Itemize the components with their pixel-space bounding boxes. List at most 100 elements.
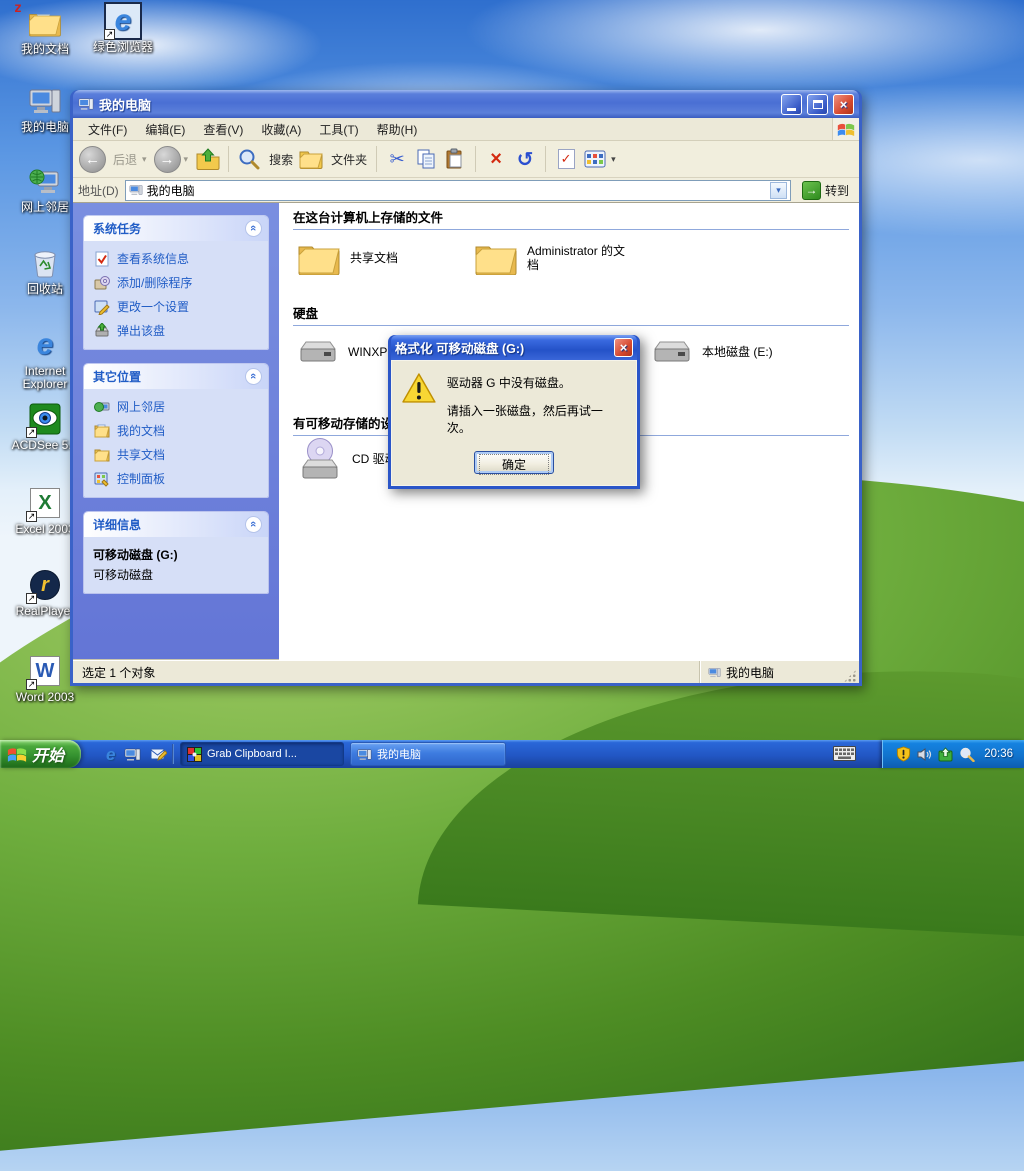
address-input[interactable]: 我的电脑 ▾ [124, 179, 791, 201]
quick-launch-outlook-icon[interactable] [150, 746, 168, 763]
address-label: 地址(D) [78, 183, 119, 198]
folder-shared-documents[interactable]: 共享文档 [297, 241, 398, 275]
menu-tools[interactable]: 工具(T) [310, 118, 367, 141]
back-button[interactable]: ← [79, 145, 106, 173]
chevron-down-icon: ▾ [776, 184, 781, 195]
menu-edit[interactable]: 编辑(E) [136, 118, 194, 141]
dialog-title: 格式化 可移动磁盘 (G:) [395, 342, 525, 356]
toolbar-separator [376, 146, 378, 172]
desktop-icon-my-documents[interactable]: 我的文档 [6, 6, 84, 56]
taskbar-item-grab-clipboard[interactable]: Grab Clipboard I... [180, 742, 344, 766]
excel-icon: X ↗ [26, 486, 62, 522]
delete-button[interactable]: × [483, 146, 509, 172]
undo-icon: ↺ [516, 148, 534, 171]
undo-button[interactable]: ↺ [512, 146, 538, 172]
back-dropdown-icon[interactable]: ▾ [142, 154, 147, 165]
search-icon [239, 149, 260, 170]
address-dropdown-button[interactable]: ▾ [769, 181, 787, 199]
close-button[interactable]: × [833, 93, 854, 115]
up-button[interactable] [195, 146, 221, 172]
dialog-close-button[interactable]: × [614, 338, 633, 357]
back-icon: ← [85, 150, 100, 168]
ok-button[interactable]: 确定 [474, 451, 554, 475]
system-tray: 20:36 [882, 740, 1024, 768]
task-add-remove-programs[interactable]: 添加/删除程序 [93, 274, 262, 291]
place-control-panel[interactable]: 控制面板 [93, 470, 262, 487]
menu-bar: 文件(F) 编辑(E) 查看(V) 收藏(A) 工具(T) 帮助(H) [73, 118, 859, 141]
magnifier-tray-icon[interactable] [959, 747, 975, 762]
panel-system-tasks: 系统任务 « 查看系统信息 添加/删除程序 更改一个设置 弹出该盘 [83, 215, 269, 350]
desktop-icon-label: 绿色浏览器 [92, 40, 153, 54]
task-view-system-info[interactable]: 查看系统信息 [93, 250, 262, 267]
hard-drive-icon [300, 341, 336, 362]
security-shield-icon[interactable] [896, 746, 911, 762]
status-location: 我的电脑 [726, 665, 775, 680]
go-button[interactable]: → 转到 [797, 180, 854, 200]
minimize-button[interactable] [781, 93, 802, 115]
green-browser-icon: e ↗ [104, 2, 142, 40]
taskbar-item-my-computer[interactable]: 我的电脑 [350, 742, 506, 766]
drive-local-e[interactable]: 本地磁盘 (E:) [651, 338, 773, 366]
resize-grip[interactable] [843, 669, 857, 683]
start-button[interactable]: 开始 [0, 740, 82, 768]
quick-launch-my-computer-icon[interactable] [124, 746, 141, 763]
window-titlebar[interactable]: 我的电脑 × [73, 90, 859, 118]
details-item-type: 可移动磁盘 [93, 568, 154, 582]
panel-header-system-tasks[interactable]: 系统任务 « [84, 216, 268, 241]
cut-icon: ✂ [389, 148, 405, 169]
quick-launch-ie-icon[interactable]: e [106, 746, 115, 763]
forward-dropdown-icon[interactable]: ▾ [184, 154, 189, 165]
folder-administrator-documents[interactable]: Administrator 的文档 [474, 241, 627, 275]
menu-view[interactable]: 查看(V) [194, 118, 252, 141]
paste-button[interactable] [442, 146, 468, 172]
folders-button[interactable] [298, 146, 324, 172]
forward-button[interactable]: → [153, 145, 181, 173]
panel-header-other-places[interactable]: 其它位置 « [84, 364, 268, 389]
forward-icon: → [159, 150, 175, 168]
taskbar-clock[interactable]: 20:36 [984, 748, 1013, 760]
eject-disk-icon [93, 322, 110, 339]
place-my-documents[interactable]: 我的文档 [93, 422, 262, 439]
volume-icon[interactable] [917, 747, 932, 762]
input-method-keyboard-icon[interactable] [833, 746, 856, 764]
address-bar: 地址(D) 我的电脑 ▾ → 转到 [73, 178, 859, 203]
sync-verify-button[interactable]: ✓ [553, 146, 579, 172]
task-eject-disk[interactable]: 弹出该盘 [93, 322, 262, 339]
my-documents-icon [28, 6, 62, 40]
section-header-hdd: 硬盘 [293, 303, 849, 326]
paste-icon [446, 148, 462, 169]
views-button[interactable] [582, 146, 608, 172]
close-icon: × [839, 96, 848, 112]
grab-clipboard-icon [187, 746, 202, 762]
place-shared-documents[interactable]: 共享文档 [93, 446, 262, 463]
shortcut-arrow-icon: ↗ [26, 427, 37, 438]
updater-icon[interactable] [938, 746, 953, 762]
system-info-icon [93, 250, 110, 267]
drive-winxp[interactable]: WINXP [297, 338, 387, 366]
search-button[interactable] [236, 146, 262, 172]
views-dropdown-icon[interactable]: ▾ [611, 154, 616, 165]
my-documents-icon [93, 422, 110, 439]
shortcut-arrow-icon: ↗ [26, 593, 37, 604]
panel-header-details[interactable]: 详细信息 « [84, 512, 268, 537]
task-change-setting[interactable]: 更改一个设置 [93, 298, 262, 315]
close-icon: × [619, 340, 628, 355]
copy-button[interactable] [413, 146, 439, 172]
desktop-icon-label: Word 2003 [15, 690, 75, 704]
collapse-chevron-icon[interactable]: « [245, 220, 262, 237]
place-network[interactable]: 网上邻居 [93, 398, 262, 415]
toolbar: ← 后退 ▾ → ▾ 搜索 文件夹 ✂ × ↺ ✓ ▾ [73, 141, 859, 178]
window-title: 我的电脑 [99, 97, 152, 113]
dialog-titlebar[interactable]: 格式化 可移动磁盘 (G:) × [391, 335, 637, 360]
menu-file[interactable]: 文件(F) [79, 118, 136, 141]
menu-help[interactable]: 帮助(H) [368, 118, 427, 141]
status-bar: 选定 1 个对象 我的电脑 [73, 660, 859, 683]
my-computer-icon [708, 667, 721, 677]
collapse-chevron-icon[interactable]: « [245, 516, 262, 533]
window-title-icon [78, 98, 94, 110]
maximize-button[interactable] [807, 93, 828, 115]
collapse-chevron-icon[interactable]: « [245, 368, 262, 385]
desktop-icon-green-browser[interactable]: e ↗ 绿色浏览器 [84, 2, 162, 54]
cut-button[interactable]: ✂ [384, 146, 410, 172]
menu-favorites[interactable]: 收藏(A) [252, 118, 310, 141]
